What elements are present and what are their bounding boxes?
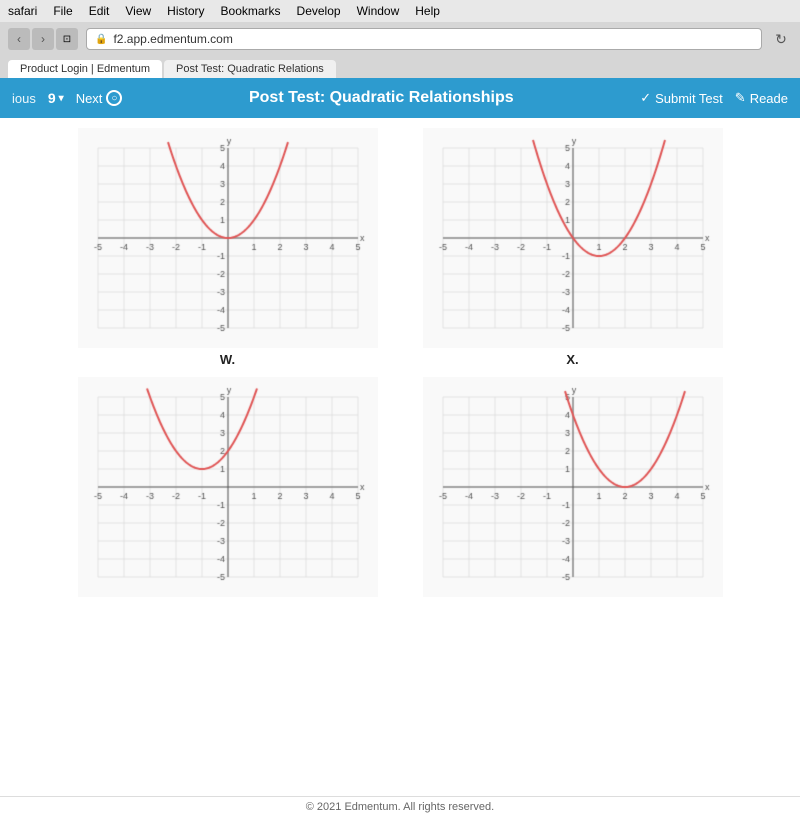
graph-z: [423, 377, 723, 597]
reader-icon: ✎: [735, 90, 746, 106]
address-text: f2.app.edmentum.com: [113, 32, 232, 46]
reader-button[interactable]: ✎ Reade: [735, 90, 788, 106]
menu-bookmarks[interactable]: Bookmarks: [221, 4, 281, 18]
previous-button[interactable]: ious: [12, 91, 36, 106]
menu-view[interactable]: View: [125, 4, 151, 18]
tab-posttest[interactable]: Post Test: Quadratic Relations: [164, 60, 336, 78]
menu-help[interactable]: Help: [415, 4, 440, 18]
graph-y-wrapper: [60, 377, 395, 616]
content-area: W. X.: [0, 118, 800, 796]
menu-safari[interactable]: safari: [8, 4, 37, 18]
nav-buttons: ‹ › ⊡: [8, 28, 78, 50]
tab-icon: ⊡: [56, 28, 78, 50]
address-bar[interactable]: 🔒 f2.app.edmentum.com: [86, 28, 762, 50]
chevron-down-icon: ▾: [59, 93, 64, 104]
menu-history[interactable]: History: [167, 4, 204, 18]
browser-tabs: Product Login | Edmentum Post Test: Quad…: [8, 54, 792, 78]
menu-develop[interactable]: Develop: [297, 4, 341, 18]
graph-y: [78, 377, 378, 597]
question-number[interactable]: 9 ▾: [48, 90, 64, 106]
footer: © 2021 Edmentum. All rights reserved.: [0, 796, 800, 817]
browser-chrome: ‹ › ⊡ 🔒 f2.app.edmentum.com ↻ Product Lo…: [0, 22, 800, 78]
graphs-container: W. X.: [60, 128, 740, 616]
lock-icon: 🔒: [95, 34, 107, 45]
reload-button[interactable]: ↻: [770, 28, 792, 50]
mac-menubar: safari File Edit View History Bookmarks …: [0, 0, 800, 22]
graph-x-wrapper: X.: [405, 128, 740, 367]
graph-z-wrapper: [405, 377, 740, 616]
copyright-text: © 2021 Edmentum. All rights reserved.: [306, 801, 494, 813]
forward-button[interactable]: ›: [32, 28, 54, 50]
graph-w-wrapper: W.: [60, 128, 395, 367]
next-circle-icon: ○: [106, 90, 122, 106]
graph-x-label: X.: [566, 352, 578, 367]
back-button[interactable]: ‹: [8, 28, 30, 50]
submit-test-button[interactable]: ✓ Submit Test: [640, 90, 723, 106]
page-title: Post Test: Quadratic Relationships: [134, 89, 628, 107]
graph-w-label: W.: [220, 352, 235, 367]
page-navbar: ious 9 ▾ Next ○ Post Test: Quadratic Rel…: [0, 78, 800, 118]
graph-x: [423, 128, 723, 348]
graph-w: [78, 128, 378, 348]
tab-edmentum[interactable]: Product Login | Edmentum: [8, 60, 162, 78]
check-icon: ✓: [640, 90, 651, 106]
menu-window[interactable]: Window: [357, 4, 400, 18]
menu-file[interactable]: File: [53, 4, 72, 18]
menu-edit[interactable]: Edit: [89, 4, 110, 18]
next-button[interactable]: Next ○: [76, 90, 123, 106]
